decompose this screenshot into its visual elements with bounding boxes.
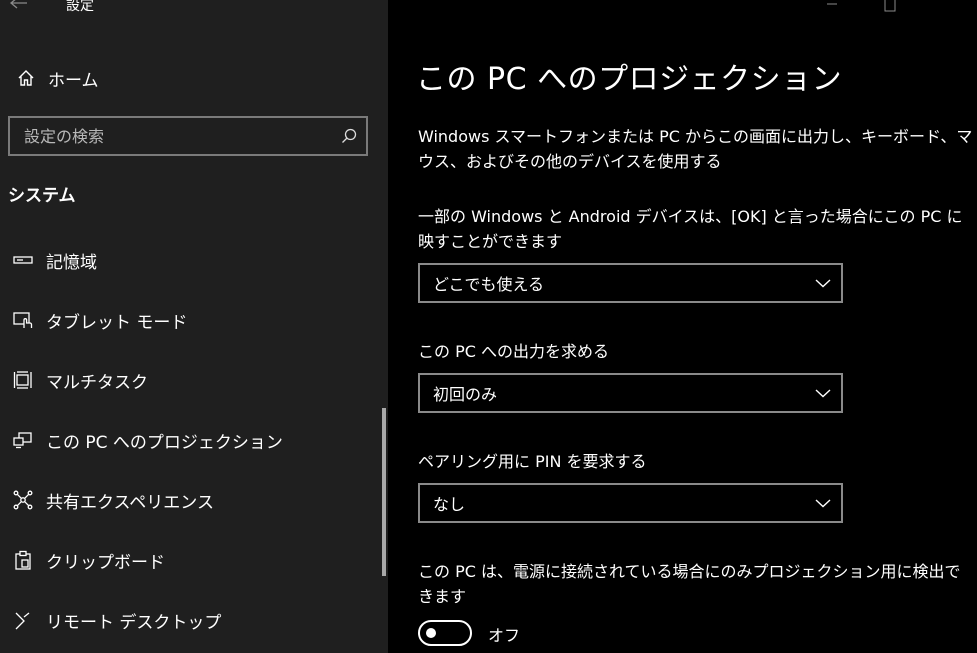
sidebar-item-clipboard[interactable]: クリップボード [0, 530, 388, 590]
dropdown-value: どこでも使える [433, 275, 545, 294]
sidebar-item-label: 共有エクスペリエンス [46, 492, 214, 513]
tablet-mode-icon [0, 310, 46, 330]
sidebar-item-label: この PC へのプロジェクション [46, 432, 283, 453]
clipboard-icon [0, 550, 46, 570]
home-icon [0, 69, 48, 87]
nav-list: 記憶域 タブレット モード マルチタスク この PC へのプロジェクション 共有… [0, 230, 388, 650]
chevron-down-icon [815, 498, 831, 508]
search-box[interactable] [8, 116, 368, 156]
sidebar-item-multitasking[interactable]: マルチタスク [0, 350, 388, 410]
sidebar-item-remote-desktop[interactable]: リモート デスクトップ [0, 590, 388, 650]
sidebar-scrollbar[interactable] [382, 408, 386, 576]
sidebar-item-label: マルチタスク [46, 372, 148, 393]
page-description: Windows スマートフォンまたは PC からこの画面に出力し、キーボード、マ… [418, 127, 973, 171]
main-content: この PC へのプロジェクション Windows スマートフォンまたは PC か… [388, 0, 977, 653]
toggle-state-label: オフ [488, 626, 521, 645]
search-icon[interactable] [332, 128, 366, 144]
power-discovery-toggle[interactable] [418, 620, 472, 646]
shared-experiences-icon [0, 490, 46, 510]
sidebar-item-projection[interactable]: この PC へのプロジェクション [0, 410, 388, 470]
sidebar-item-label: タブレット モード [46, 312, 188, 333]
chevron-down-icon [815, 388, 831, 398]
sidebar-item-shared-experiences[interactable]: 共有エクスペリエンス [0, 470, 388, 530]
availability-label: 一部の Windows と Android デバイスは、[OK] と言った場合に… [418, 207, 963, 251]
back-arrow-icon[interactable] [9, 0, 30, 12]
section-heading: システム [8, 186, 76, 206]
power-discovery-label: この PC は、電源に接続されている場合にのみプロジェクション用に検出できます [418, 562, 961, 606]
ask-to-project-label: この PC への出力を求める [418, 342, 609, 361]
projection-icon [0, 431, 46, 449]
toggle-knob [426, 628, 436, 638]
search-input[interactable] [10, 118, 332, 154]
sidebar-item-label: リモート デスクトップ [46, 612, 222, 633]
dropdown-value: 初回のみ [433, 385, 498, 404]
page-title: この PC へのプロジェクション [416, 62, 843, 97]
availability-dropdown[interactable]: どこでも使える [418, 263, 843, 303]
sidebar-item-storage[interactable]: 記憶域 [0, 230, 388, 290]
ask-to-project-dropdown[interactable]: 初回のみ [418, 373, 843, 413]
window-controls [803, 0, 977, 14]
window-title: 設定 [66, 0, 94, 14]
home-label: ホーム [48, 70, 99, 91]
sidebar-item-label: 記憶域 [46, 252, 97, 273]
close-icon[interactable] [919, 0, 977, 14]
pin-dropdown[interactable]: なし [418, 483, 843, 523]
sidebar-item-tablet-mode[interactable]: タブレット モード [0, 290, 388, 350]
minimize-icon[interactable] [803, 0, 861, 14]
remote-desktop-icon [0, 610, 46, 630]
storage-icon [0, 255, 46, 265]
sidebar: 設定 ホーム システム 記憶域 タブレット モード [0, 0, 388, 653]
home-nav-item[interactable]: ホーム [0, 58, 388, 98]
dropdown-value: なし [433, 495, 466, 514]
pin-label: ペアリング用に PIN を要求する [418, 452, 647, 471]
multitasking-icon [0, 371, 46, 389]
chevron-down-icon [815, 278, 831, 288]
sidebar-item-label: クリップボード [46, 552, 165, 573]
maximize-icon[interactable] [861, 0, 919, 14]
